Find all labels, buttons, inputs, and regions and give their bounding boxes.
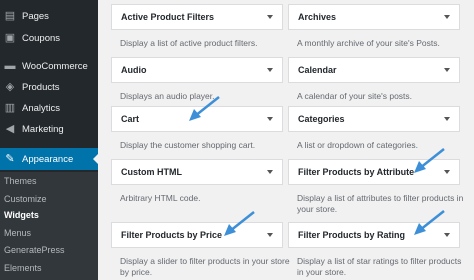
widget-description: Arbitrary HTML code. [120,193,201,203]
widget-active-product-filters[interactable]: Active Product Filters [111,4,283,30]
menu-item-label: WooCommerce [22,60,88,72]
submenu-item-elements[interactable]: Elements [4,263,42,273]
menu-item-products[interactable]: ◈ Products [0,77,98,97]
annotation-arrow-icon [414,148,445,173]
widget-title: Filter Products by Attribute [298,167,415,177]
menu-item-label: Pages [22,10,49,22]
submenu-item-themes[interactable]: Themes [4,176,37,186]
widget-description: A calendar of your site's posts. [297,91,413,101]
menu-item-marketing[interactable]: ◀ Marketing [0,119,98,139]
submenu-item-generatepress[interactable]: GeneratePress [4,245,65,255]
menu-item-analytics[interactable]: ▥ Analytics [0,98,98,118]
submenu-item-customize[interactable]: Customize [4,194,47,204]
chevron-down-icon[interactable] [444,15,450,19]
menu-item-label: Analytics [22,102,61,114]
widget-title: Filter Products by Rating [298,230,406,240]
menu-item-label: Appearance [22,153,74,165]
chevron-down-icon[interactable] [267,15,273,19]
widget-title: Custom HTML [121,167,182,177]
widget-description: Display a list of star ratings to filter… [297,256,462,277]
widget-title: Cart [121,114,140,124]
widget-title: Filter Products by Price [121,230,223,240]
menu-item-label: Products [22,81,60,93]
submenu-item-menus[interactable]: Menus [4,228,31,238]
pages-icon: ▤ [4,10,16,22]
menu-item-woocommerce[interactable]: ▬ WooCommerce [0,56,98,76]
marketing-icon: ◀ [5,123,15,135]
menu-item-label: Marketing [22,123,64,135]
widget-audio[interactable]: Audio [111,57,283,83]
chevron-down-icon[interactable] [267,117,273,121]
widget-title: Audio [121,65,147,75]
menu-item-label: Coupons [22,32,61,44]
chevron-down-icon[interactable] [444,68,450,72]
current-menu-arrow [93,154,98,164]
annotation-arrow-icon [224,211,255,236]
submenu-item-widgets[interactable]: Widgets [4,210,39,220]
analytics-icon: ▥ [4,102,16,114]
woocommerce-icon: ▬ [4,60,16,72]
menu-item-pages[interactable]: ▤ Pages [0,6,98,26]
coupons-icon: ▣ [4,32,16,44]
widget-title: Categories [298,114,345,124]
chevron-down-icon[interactable] [267,233,273,237]
widget-title: Archives [298,12,337,22]
widget-categories[interactable]: Categories [288,106,460,132]
widget-description: Display a list of active product filters… [120,38,258,48]
chevron-down-icon[interactable] [267,68,273,72]
appearance-submenu: Themes Customize Widgets Menus GenerateP… [0,172,98,280]
widget-custom-html[interactable]: Custom HTML [111,159,283,185]
widget-description: Display a slider to filter products in y… [120,256,290,277]
widget-calendar[interactable]: Calendar [288,57,460,83]
chevron-down-icon[interactable] [444,117,450,121]
widget-description: Display the customer shopping cart. [120,140,256,150]
admin-sidebar: ▤ Pages ▣ Coupons ▬ WooCommerce ◈ Produc… [0,0,98,280]
widget-title: Calendar [298,65,337,75]
chevron-down-icon[interactable] [267,170,273,174]
appearance-icon: ✎ [5,153,15,165]
menu-item-appearance[interactable]: ✎ Appearance [0,148,98,170]
menu-item-coupons[interactable]: ▣ Coupons [0,28,98,48]
widget-archives[interactable]: Archives [288,4,460,30]
annotation-arrow-icon [414,210,445,235]
products-icon: ◈ [5,81,15,93]
annotation-arrow-icon [189,96,220,121]
widget-title: Active Product Filters [121,12,215,22]
widget-description: A monthly archive of your site's Posts. [297,38,440,48]
